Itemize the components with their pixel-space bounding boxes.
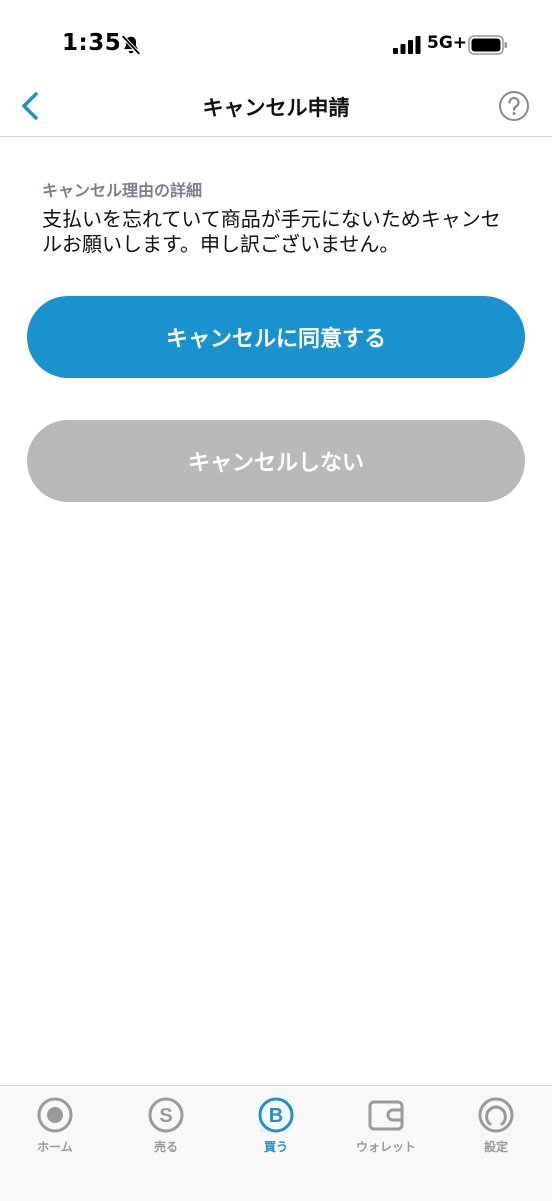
sell-icon: S [148, 1097, 184, 1133]
home-icon [37, 1097, 73, 1133]
tab-label: 設定 [483, 1140, 508, 1154]
tab-bar: ホーム S 売る B 買う ウォレット 設定 [0, 1085, 552, 1201]
tab-label: 買う [263, 1140, 288, 1154]
battery-icon [468, 35, 507, 55]
help-icon[interactable] [498, 90, 530, 122]
svg-text:S: S [159, 1105, 172, 1127]
decline-cancel-button[interactable]: キャンセルしない [27, 420, 525, 502]
page-title: キャンセル申請 [202, 96, 350, 120]
tab-buy[interactable]: B 買う [226, 1096, 326, 1155]
settings-icon [478, 1097, 514, 1133]
buy-icon: B [258, 1097, 294, 1133]
network-indicator: 5G+ [427, 33, 468, 53]
tab-settings[interactable]: 設定 [446, 1096, 546, 1155]
tab-label: ウォレット [355, 1140, 416, 1154]
tab-label: ホーム [37, 1140, 73, 1154]
nav-header: キャンセル申請 [0, 78, 552, 137]
bell-slash-icon [121, 35, 141, 55]
tab-home[interactable]: ホーム [5, 1096, 105, 1155]
reason-text: 支払いを忘れていて商品が手元にないためキャンセルお願いします。申し訳ございません… [42, 207, 501, 256]
tab-sell[interactable]: S 売る [116, 1096, 216, 1155]
status-time: 1:35 [62, 30, 122, 56]
wallet-icon [368, 1100, 404, 1131]
tab-label: 売る [153, 1140, 178, 1154]
agree-cancel-button[interactable]: キャンセルに同意する [27, 296, 525, 378]
reason-label: キャンセル理由の詳細 [42, 181, 203, 200]
status-bar: 1:35 5G+ [0, 0, 552, 90]
signal-icon [393, 36, 421, 54]
tab-wallet[interactable]: ウォレット [336, 1096, 436, 1155]
svg-text:B: B [269, 1105, 283, 1127]
